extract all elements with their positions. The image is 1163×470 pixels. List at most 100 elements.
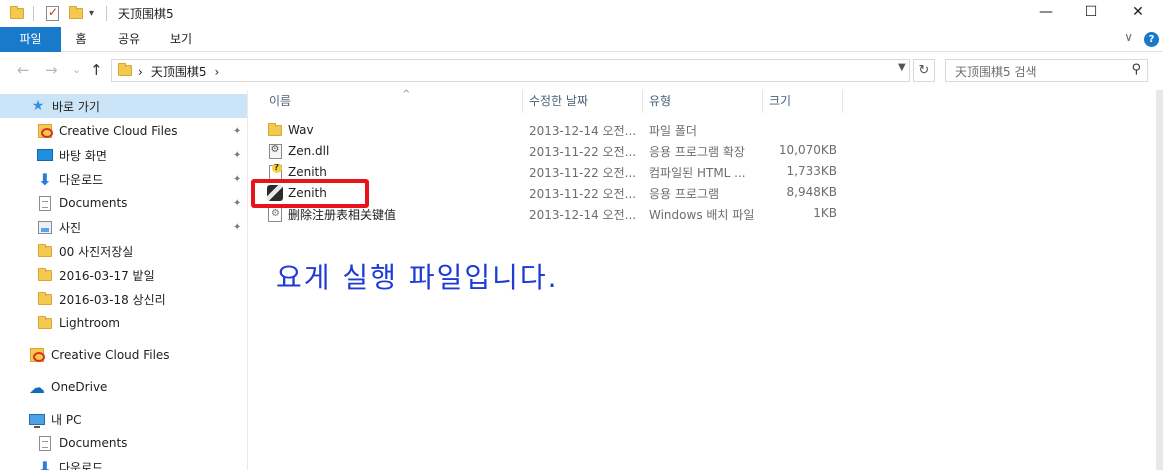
table-row[interactable]: Zen.dll 2013-11-22 오전... 응용 프로그램 확장 10,0… — [267, 140, 847, 161]
file-name: Zenith — [288, 165, 327, 179]
picture-icon — [37, 219, 53, 235]
folder-icon — [10, 6, 24, 21]
sidebar-item-creative-cloud[interactable]: Creative Cloud Files ✦ — [0, 119, 247, 143]
properties-icon[interactable] — [46, 5, 59, 21]
breadcrumb-item-current[interactable]: 天顶围棋5 — [151, 63, 207, 80]
ribbon-expand-icon[interactable]: ∨ — [1124, 30, 1133, 44]
folder-icon — [37, 315, 53, 331]
download-icon: ⬇ — [38, 169, 52, 189]
sidebar-item-label: Creative Cloud Files — [59, 124, 178, 138]
navigation-pane: ★ 바로 가기 Creative Cloud Files ✦ 바탕 화면 ✦ ⬇… — [0, 90, 248, 470]
sidebar-item-folder[interactable]: 2016-03-17 밭일 — [0, 263, 247, 287]
pin-icon[interactable]: ✦ — [233, 222, 241, 233]
breadcrumb-separator[interactable]: › — [138, 65, 143, 79]
search-placeholder: 天顶围棋5 검색 — [955, 65, 1037, 79]
window-title: 天顶围棋5 — [118, 7, 174, 21]
search-input[interactable]: 天顶围棋5 검색 ⚲ — [945, 59, 1148, 82]
table-row[interactable]: Wav 2013-12-14 오전... 파일 폴더 — [267, 119, 847, 140]
up-button[interactable]: ↑ — [90, 61, 103, 79]
address-dropdown-icon[interactable]: ▼ — [898, 62, 906, 73]
tab-home[interactable]: 홈 — [68, 27, 94, 52]
sidebar-item-this-pc[interactable]: 내 PC — [0, 407, 247, 431]
breadcrumb: › 天顶围棋5 › — [138, 63, 219, 80]
file-date: 2013-12-14 오전... — [529, 124, 637, 138]
file-size: 10,070KB — [778, 143, 837, 157]
onedrive-icon: ☁ — [29, 377, 45, 397]
file-type: 파일 폴더 — [649, 124, 697, 138]
quick-access-dropdown-icon[interactable]: ▾ — [89, 6, 94, 21]
document-icon — [37, 195, 53, 211]
file-type: 응용 프로그램 — [649, 187, 720, 201]
file-date: 2013-11-22 오전... — [529, 145, 637, 159]
sidebar-item-label: 다운로드 — [59, 172, 104, 187]
folder-icon — [37, 267, 53, 283]
file-size: 1KB — [813, 206, 837, 220]
tab-view[interactable]: 보기 — [163, 27, 199, 52]
document-icon — [37, 435, 53, 451]
star-icon: ★ — [31, 98, 45, 114]
help-icon[interactable]: ? — [1144, 32, 1159, 47]
maximize-button[interactable]: ☐ — [1068, 0, 1114, 27]
sidebar-item-folder[interactable]: 2016-03-18 상신리 — [0, 287, 247, 311]
pin-icon[interactable]: ✦ — [233, 198, 241, 209]
desktop-icon — [37, 147, 53, 163]
file-size: 8,948KB — [786, 185, 837, 199]
folder-icon — [267, 122, 283, 138]
sidebar-item-label: 00 사진저장실 — [59, 244, 134, 259]
back-button[interactable]: ← — [17, 61, 30, 79]
file-type: 컴파일된 HTML ... — [649, 166, 746, 180]
new-folder-icon[interactable] — [69, 6, 83, 21]
sidebar-item-label: 2016-03-17 밭일 — [59, 268, 155, 283]
column-header-name[interactable]: 이름 ^ — [263, 89, 523, 113]
file-date: 2013-12-14 오전... — [529, 208, 637, 222]
pc-icon — [29, 411, 45, 428]
folder-icon — [37, 291, 53, 307]
sidebar-item-quick-access[interactable]: ★ 바로 가기 — [0, 94, 247, 118]
sidebar-item-pc-downloads[interactable]: ⬇ 다운로드 — [0, 455, 247, 470]
search-icon[interactable]: ⚲ — [1131, 62, 1141, 77]
sidebar-item-label: 다운로드 — [59, 460, 104, 470]
download-icon: ⬇ — [38, 457, 52, 470]
refresh-button[interactable]: ↻ — [913, 59, 935, 82]
close-button[interactable]: ✕ — [1115, 0, 1161, 27]
sidebar-item-downloads[interactable]: ⬇ 다운로드 ✦ — [0, 167, 247, 191]
sidebar-item-desktop[interactable]: 바탕 화면 ✦ — [0, 143, 247, 167]
sidebar-item-label: 2016-03-18 상신리 — [59, 292, 166, 307]
tab-file[interactable]: 파일 — [0, 27, 61, 52]
sidebar-item-pc-documents[interactable]: Documents — [0, 431, 247, 455]
sidebar-item-label: 내 PC — [51, 412, 82, 427]
column-header-label: 이름 — [269, 94, 292, 108]
folder-icon — [118, 63, 132, 79]
pin-icon[interactable]: ✦ — [233, 150, 241, 161]
navigation-bar: ← → ⌄ ↑ › 天顶围棋5 › ↻ 天顶围棋5 검색 ⚲ — [0, 52, 1163, 90]
column-header-type[interactable]: 유형 — [643, 90, 763, 113]
separator — [106, 6, 107, 21]
recent-locations-button[interactable]: ⌄ — [72, 63, 81, 76]
sidebar-item-label: Documents — [59, 436, 128, 450]
sidebar-item-creative-cloud-root[interactable]: Creative Cloud Files — [0, 343, 247, 367]
sidebar-item-folder[interactable]: 00 사진저장실 — [0, 239, 247, 263]
address-bar[interactable]: › 天顶围棋5 › — [111, 59, 910, 82]
forward-button[interactable]: → — [45, 61, 58, 79]
highlight-box — [251, 179, 369, 208]
sidebar-item-label: Lightroom — [59, 316, 120, 330]
breadcrumb-separator[interactable]: › — [214, 65, 219, 79]
creative-cloud-icon — [37, 123, 53, 139]
column-header-date[interactable]: 수정한 날짜 — [523, 90, 643, 113]
tab-share[interactable]: 공유 — [111, 27, 147, 52]
sort-ascending-icon: ^ — [402, 89, 411, 100]
file-type: Windows 배치 파일 — [649, 208, 755, 222]
sidebar-item-documents[interactable]: Documents ✦ — [0, 191, 247, 215]
annotation-text: 요게 실행 파일입니다. — [276, 261, 559, 294]
sidebar-item-label: Creative Cloud Files — [51, 348, 170, 362]
pin-icon[interactable]: ✦ — [233, 174, 241, 185]
pin-icon[interactable]: ✦ — [233, 126, 241, 137]
sidebar-item-pictures[interactable]: 사진 ✦ — [0, 215, 247, 239]
window-edge — [1156, 90, 1163, 470]
sidebar-item-label: 바탕 화면 — [59, 148, 107, 163]
title-bar: ▾ 天顶围棋5 — ☐ ✕ — [0, 0, 1163, 27]
sidebar-item-onedrive[interactable]: ☁ OneDrive — [0, 375, 247, 399]
column-header-size[interactable]: 크기 — [763, 90, 843, 113]
minimize-button[interactable]: — — [1023, 0, 1069, 27]
sidebar-item-lightroom[interactable]: Lightroom — [0, 311, 247, 335]
